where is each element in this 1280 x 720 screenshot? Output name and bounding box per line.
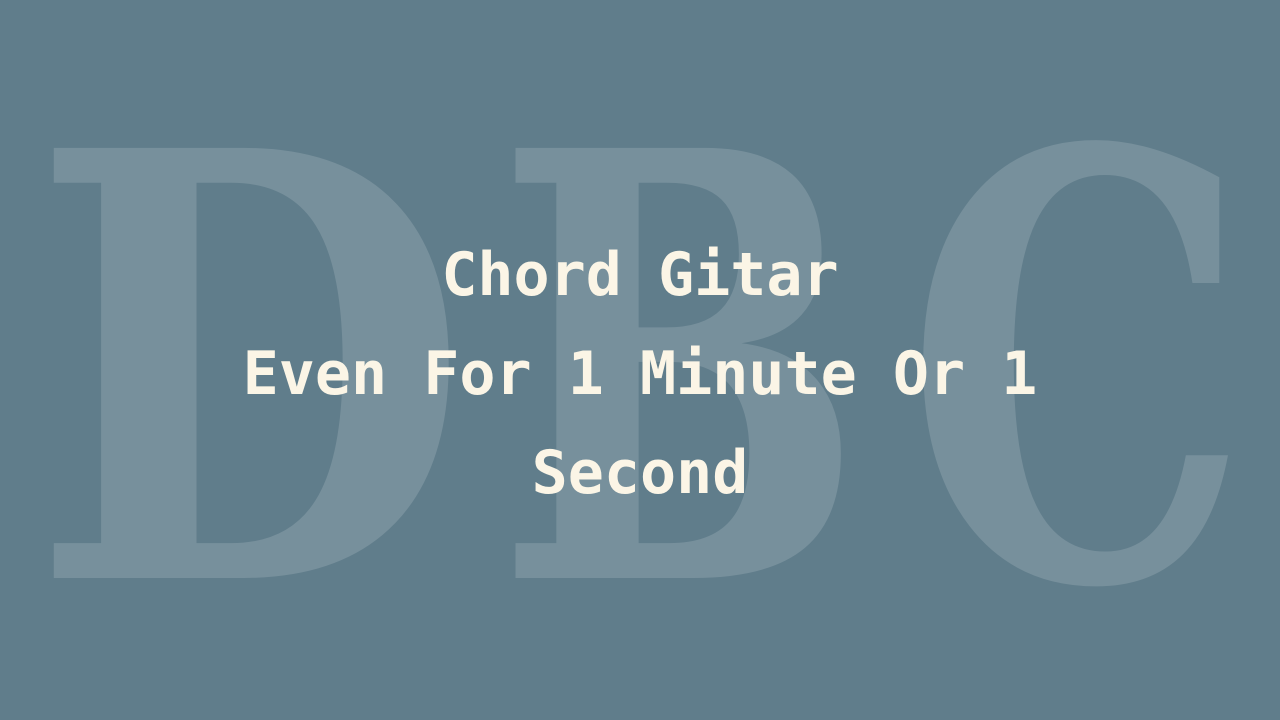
- title-line-3: Second: [531, 438, 749, 508]
- thumbnail-title: Chord Gitar Even For 1 Minute Or 1 Secon…: [0, 226, 1280, 523]
- title-line-2: Even For 1 Minute Or 1: [242, 339, 1038, 409]
- title-line-1: Chord Gitar: [441, 240, 839, 310]
